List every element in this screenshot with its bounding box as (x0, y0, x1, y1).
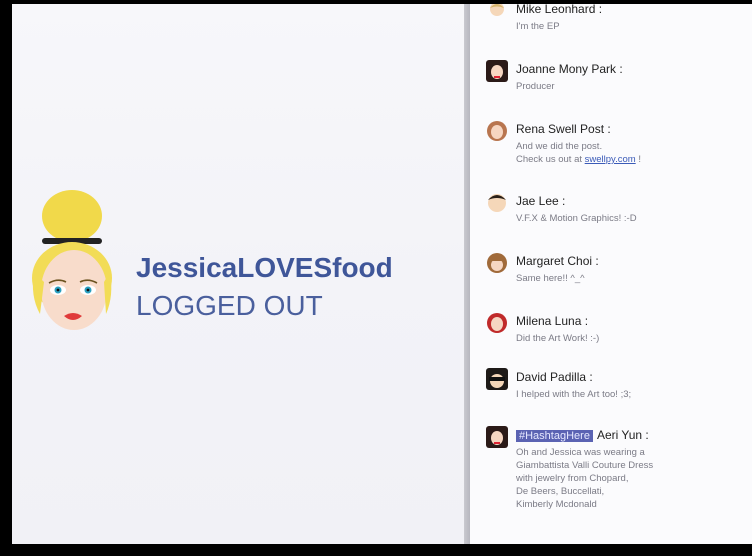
message-text: Oh and Jessica was wearing a Giambattist… (516, 447, 654, 510)
sender-name: Mike Leonhard : (516, 4, 603, 16)
woman-red-avatar-icon (486, 312, 508, 334)
sender-name: Margaret Choi : (516, 254, 599, 268)
message-text: I'm the EP (516, 21, 560, 32)
message-text: V.F.X & Motion Graphics! :-D (516, 213, 637, 224)
man-sunglasses-avatar-icon (486, 368, 508, 390)
message-text: Producer (516, 81, 555, 92)
woman-brown-hair-avatar-icon (486, 120, 508, 142)
username-label: JessicaLOVESfood (136, 252, 393, 283)
status-label: LOGGED OUT (136, 290, 323, 321)
sender-name: Jae Lee : (516, 194, 566, 208)
sender-name: Joanne Mony Park : (516, 62, 623, 76)
message-text: And we did the post. Check us out at swe… (516, 141, 641, 165)
blonde-woman-avatar-icon (22, 186, 122, 336)
woman-bangs-avatar-icon (486, 252, 508, 274)
website-link[interactable]: swellpy.com (585, 154, 636, 165)
message-text: I helped with the Art too! ;3; (516, 389, 632, 400)
sender-name: #HashtagHere Aeri Yun : (516, 428, 649, 442)
message-text: Did the Art Work! :-) (516, 333, 600, 344)
woman-dark-hair-avatar-icon (486, 426, 508, 448)
man-avatar-icon (486, 192, 508, 214)
hashtag-badge[interactable]: #HashtagHere (516, 430, 593, 442)
sender-name: Milena Luna : (516, 314, 589, 328)
chat-panel[interactable]: Mike Leonhard : I'm the EP Joanne Mony P… (470, 4, 752, 544)
message-text: Same here!! ^_^ (516, 273, 585, 284)
man-avatar-icon (486, 4, 508, 22)
sender-name: David Padilla : (516, 370, 593, 384)
sender-name: Rena Swell Post : (516, 122, 611, 136)
app-window: JessicaLOVESfood LOGGED OUT Mike Leonhar… (12, 4, 752, 544)
woman-dark-hair-avatar-icon (486, 60, 508, 82)
profile-panel: JessicaLOVESfood LOGGED OUT (12, 4, 464, 544)
